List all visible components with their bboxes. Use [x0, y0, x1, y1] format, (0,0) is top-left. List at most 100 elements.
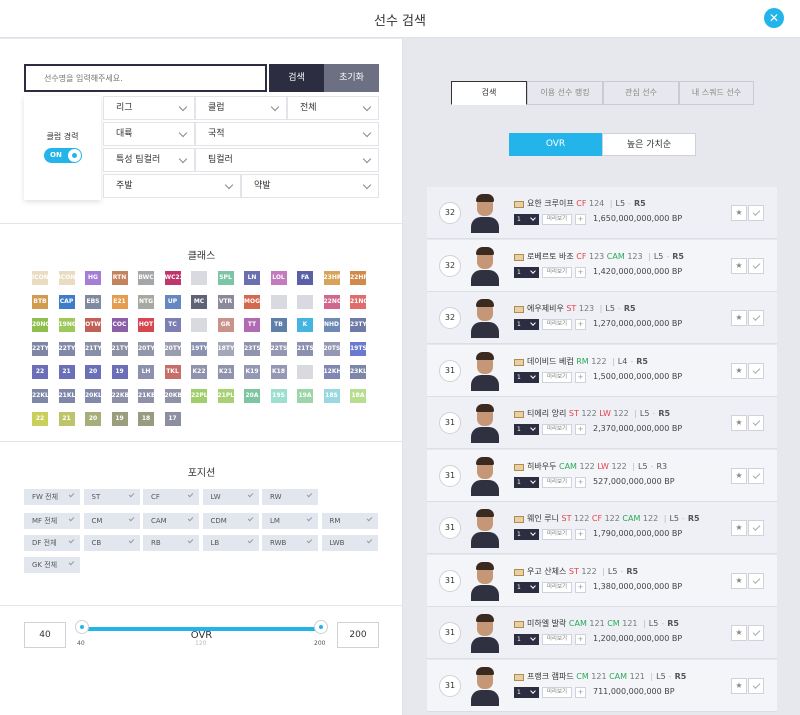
add-icon[interactable]: +: [575, 634, 586, 645]
select-check-icon[interactable]: [748, 467, 764, 484]
tab-favorites[interactable]: 관심 선수: [603, 81, 679, 105]
class-badge[interactable]: 22TY: [58, 341, 75, 356]
position-chip[interactable]: LWB: [321, 535, 378, 551]
position-chip[interactable]: RWB: [262, 535, 318, 551]
class-badge[interactable]: 19NG: [58, 318, 75, 332]
class-badge[interactable]: SPL: [217, 271, 234, 285]
enhance-level-select[interactable]: 1: [514, 686, 539, 698]
class-badge[interactable]: 21: [58, 412, 75, 426]
class-badge[interactable]: LN: [244, 271, 260, 285]
select-check-icon[interactable]: [748, 625, 764, 641]
favorite-star-icon[interactable]: ★: [731, 257, 747, 274]
class-badge[interactable]: 12KH: [323, 365, 340, 379]
class-badge[interactable]: 22TS: [270, 341, 287, 356]
player-name-line[interactable]: 미하엘 발락 CAM 121 CM 121 | L5- R5: [527, 618, 679, 629]
class-badge[interactable]: 22KL: [32, 388, 48, 403]
class-badge[interactable]: 21PL: [217, 388, 234, 403]
class-badge[interactable]: [191, 271, 207, 285]
position-chip[interactable]: ST: [83, 489, 140, 505]
class-badge[interactable]: 19S: [270, 388, 287, 403]
club-dropdown[interactable]: 클럽: [195, 96, 287, 120]
class-badge[interactable]: 17: [164, 412, 181, 426]
class-badge[interactable]: 22TY: [32, 341, 48, 356]
preview-button[interactable]: 미리보기: [542, 581, 572, 593]
class-badge[interactable]: TKL: [164, 365, 181, 379]
preview-button[interactable]: 미리보기: [542, 214, 572, 225]
search-button[interactable]: 검색: [269, 64, 324, 92]
class-badge[interactable]: VTR: [217, 294, 234, 309]
nationality-dropdown[interactable]: 국적: [195, 122, 379, 146]
class-badge[interactable]: ICON: [32, 271, 48, 285]
class-badge[interactable]: OTW: [85, 318, 101, 332]
class-badge[interactable]: 20: [85, 365, 101, 379]
class-badge[interactable]: 22NG: [323, 294, 340, 309]
position-chip[interactable]: RM: [321, 513, 378, 529]
position-chip[interactable]: RW: [262, 489, 318, 505]
class-badge[interactable]: 19: [111, 365, 128, 379]
position-chip[interactable]: CF: [143, 489, 199, 505]
player-search-input[interactable]: [24, 64, 267, 92]
favorite-star-icon[interactable]: ★: [731, 467, 747, 484]
class-badge[interactable]: 19TS: [350, 341, 366, 356]
favorite-star-icon[interactable]: ★: [731, 310, 747, 326]
ovr-slider-track[interactable]: [80, 627, 322, 631]
special-team-color-dropdown[interactable]: 특성 팀컬러: [103, 148, 195, 172]
class-badge[interactable]: UP: [164, 294, 181, 309]
tab-search[interactable]: 검색: [451, 81, 527, 105]
position-chip[interactable]: MF 전체: [24, 513, 80, 529]
class-badge[interactable]: 23HR: [323, 271, 340, 285]
class-badge[interactable]: NHD: [323, 318, 340, 332]
class-badge[interactable]: 21NG: [350, 294, 366, 309]
class-badge[interactable]: 23TS: [244, 341, 260, 356]
enhance-level-select[interactable]: 1: [514, 476, 539, 488]
preview-button[interactable]: 미리보기: [542, 266, 572, 278]
preview-button[interactable]: 미리보기: [542, 686, 572, 698]
player-row[interactable]: 31 히바우두 CAM 122 LW 122 | L5- R3 1 미리보기 +527,00…: [427, 449, 777, 502]
player-row[interactable]: 31 티에리 앙리 ST 122 LW 122 | L5- R5 1 미리보기 +2,370…: [427, 397, 777, 449]
preview-button[interactable]: 미리보기: [542, 529, 572, 540]
class-badge[interactable]: 20A: [244, 388, 260, 403]
enhance-level-select[interactable]: 1: [514, 634, 539, 645]
position-chip[interactable]: LM: [262, 513, 318, 529]
preview-button[interactable]: 미리보기: [542, 424, 572, 435]
all-dropdown[interactable]: 전체: [287, 96, 379, 120]
add-icon[interactable]: +: [575, 319, 586, 330]
class-badge[interactable]: 19A: [297, 388, 313, 403]
position-chip[interactable]: GK 전체: [24, 557, 80, 573]
player-name-line[interactable]: 로베르토 바조 CF 123 CAM 123 | L5- R5: [527, 251, 684, 262]
class-badge[interactable]: K19: [244, 365, 260, 379]
class-badge[interactable]: 22PL: [191, 388, 207, 403]
class-badge[interactable]: LOL: [270, 271, 287, 285]
enhance-level-select[interactable]: 1: [514, 266, 539, 278]
class-badge[interactable]: NTG: [138, 294, 154, 309]
enhance-level-select[interactable]: 1: [514, 319, 539, 330]
favorite-star-icon[interactable]: ★: [731, 520, 747, 536]
position-chip[interactable]: DF 전체: [24, 535, 80, 551]
ovr-max-input[interactable]: 200: [337, 622, 379, 648]
class-badge[interactable]: MOG: [244, 294, 260, 309]
player-row[interactable]: 31 우고 산체스 ST 122 | L5- R5 1 미리보기 +1,380,000,00…: [427, 554, 777, 607]
class-badge[interactable]: 22: [32, 412, 48, 426]
position-chip[interactable]: CDM: [202, 513, 259, 529]
add-icon[interactable]: +: [575, 476, 586, 488]
enhance-level-select[interactable]: 1: [514, 214, 539, 225]
class-badge[interactable]: 18: [138, 412, 154, 426]
class-badge[interactable]: CAP: [58, 294, 75, 309]
favorite-star-icon[interactable]: ★: [731, 415, 747, 431]
class-badge[interactable]: 22: [32, 365, 48, 379]
class-badge[interactable]: [297, 365, 313, 379]
player-row[interactable]: 31 웨인 루니 ST 122 CF 122 CAM 122 | L5- R5 1 미리보…: [427, 502, 777, 554]
player-name-line[interactable]: 티에리 앙리 ST 122 LW 122 | L5- R5: [527, 408, 670, 419]
position-chip[interactable]: CB: [83, 535, 140, 551]
enhance-level-select[interactable]: 1: [514, 581, 539, 593]
select-check-icon[interactable]: [748, 310, 764, 326]
player-row[interactable]: 32 로베르토 바조 CF 123 CAM 123 | L5- R5 1 미리보기 +1,4…: [427, 239, 777, 292]
player-name-line[interactable]: 프랭크 램파드 CM 121 CAM 121 | L5- R5: [527, 671, 686, 682]
class-badge[interactable]: K: [297, 318, 313, 332]
class-badge[interactable]: 22KB: [111, 388, 128, 403]
player-row[interactable]: 31 프랭크 램파드 CM 121 CAM 121 | L5- R5 1 미리보기 +711…: [427, 659, 777, 712]
class-badge[interactable]: COC: [111, 318, 128, 332]
favorite-star-icon[interactable]: ★: [731, 572, 747, 589]
select-check-icon[interactable]: [748, 520, 764, 536]
class-badge[interactable]: 18A: [350, 388, 366, 403]
